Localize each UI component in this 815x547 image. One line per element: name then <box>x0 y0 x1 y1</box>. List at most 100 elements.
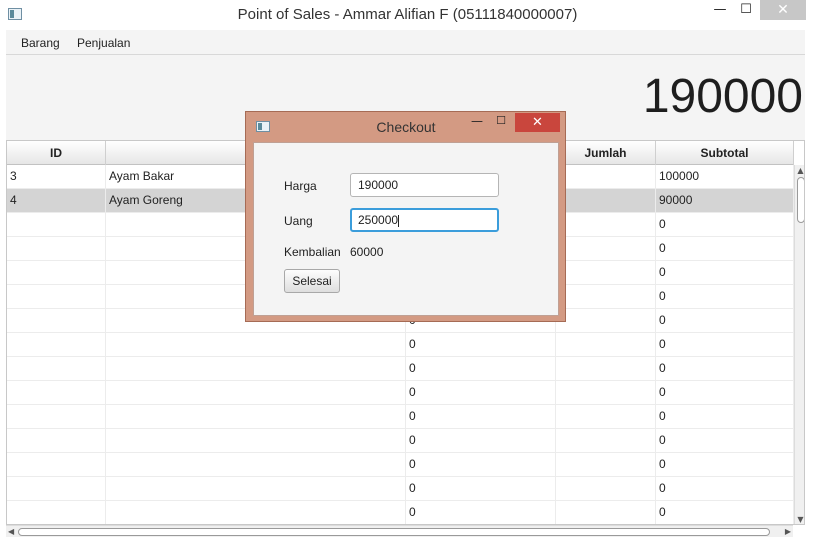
cell-id <box>7 285 106 309</box>
cell-jumlah <box>556 429 656 453</box>
table-row[interactable]: 00 <box>7 453 794 477</box>
menu-item-barang[interactable]: Barang <box>21 36 60 50</box>
scroll-left-icon[interactable]: ◀ <box>8 526 14 537</box>
table-row[interactable]: 00 <box>7 477 794 501</box>
cell-jumlah <box>556 357 656 381</box>
menu-bar: Barang Penjualan <box>6 30 805 55</box>
table-row[interactable]: 00 <box>7 381 794 405</box>
cell-price: 0 <box>406 429 556 453</box>
cell-jumlah <box>556 381 656 405</box>
dialog-minimize-button[interactable]: — <box>467 114 487 128</box>
cell-subtotal: 0 <box>656 237 794 261</box>
cell-subtotal: 0 <box>656 261 794 285</box>
cell-price: 0 <box>406 453 556 477</box>
cell-subtotal: 0 <box>656 453 794 477</box>
table-row[interactable]: 00 <box>7 357 794 381</box>
cell-subtotal: 0 <box>656 333 794 357</box>
cell-jumlah <box>556 309 656 333</box>
kembalian-label: Kembalian <box>284 245 341 259</box>
cell-price: 0 <box>406 477 556 501</box>
minimize-button[interactable]: — <box>707 0 733 20</box>
kembalian-value: 60000 <box>350 245 384 259</box>
cell-jumlah <box>556 261 656 285</box>
uang-value: 250000 <box>358 213 399 227</box>
cell-name <box>106 357 406 381</box>
maximize-button[interactable]: ☐ <box>733 0 759 20</box>
cell-id: 4 <box>7 189 106 213</box>
cell-jumlah <box>556 405 656 429</box>
column-header-jumlah[interactable]: Jumlah <box>556 141 656 165</box>
cell-subtotal: 0 <box>656 285 794 309</box>
vertical-scroll-thumb[interactable] <box>797 177 804 223</box>
cell-name <box>106 477 406 501</box>
table-row[interactable]: 00 <box>7 429 794 453</box>
cell-id <box>7 333 106 357</box>
table-row[interactable]: 00 <box>7 333 794 357</box>
cell-jumlah <box>556 477 656 501</box>
scroll-up-icon[interactable]: ▲ <box>795 166 804 176</box>
title-bar: Point of Sales - Ammar Alifian F (051118… <box>0 0 815 30</box>
horizontal-scrollbar[interactable]: ◀ ▶ <box>6 525 793 537</box>
text-caret <box>398 214 400 227</box>
dialog-title: Checkout <box>376 119 436 135</box>
dialog-body: Harga 190000 Uang 250000 Kembalian 60000… <box>253 142 559 316</box>
cell-subtotal: 0 <box>656 309 794 333</box>
harga-value: 190000 <box>358 178 399 192</box>
vertical-scrollbar[interactable]: ▲ ▼ <box>794 165 804 524</box>
table-row[interactable]: 00 <box>7 405 794 429</box>
total-amount: 190000 <box>642 70 803 123</box>
cell-id: 3 <box>7 165 106 189</box>
cell-id <box>7 405 106 429</box>
cell-name <box>106 333 406 357</box>
checkout-dialog: Checkout — ☐ ✕ Harga 190000 Uang 250000 … <box>245 111 566 322</box>
cell-jumlah <box>556 333 656 357</box>
cell-id <box>7 477 106 501</box>
uang-label: Uang <box>284 214 313 228</box>
cell-name <box>106 381 406 405</box>
cell-subtotal: 0 <box>656 429 794 453</box>
cell-subtotal: 0 <box>656 405 794 429</box>
cell-price: 0 <box>406 357 556 381</box>
harga-label: Harga <box>284 179 317 193</box>
cell-id <box>7 453 106 477</box>
cell-subtotal: 0 <box>656 501 794 524</box>
cell-price: 0 <box>406 333 556 357</box>
cell-jumlah <box>556 189 656 213</box>
close-button[interactable]: ✕ <box>760 0 806 20</box>
horizontal-scroll-thumb[interactable] <box>18 528 770 536</box>
cell-subtotal: 0 <box>656 477 794 501</box>
column-header-id[interactable]: ID <box>7 141 106 165</box>
cell-name <box>106 405 406 429</box>
dialog-app-icon <box>256 121 270 132</box>
window-title: Point of Sales - Ammar Alifian F (051118… <box>237 6 578 23</box>
dialog-maximize-button[interactable]: ☐ <box>491 114 511 127</box>
cell-name <box>106 501 406 524</box>
cell-jumlah <box>556 213 656 237</box>
cell-subtotal: 90000 <box>656 189 794 213</box>
harga-field[interactable]: 190000 <box>350 173 499 197</box>
cell-subtotal: 100000 <box>656 165 794 189</box>
cell-subtotal: 0 <box>656 213 794 237</box>
menu-item-penjualan[interactable]: Penjualan <box>77 36 130 50</box>
cell-subtotal: 0 <box>656 381 794 405</box>
selesai-button[interactable]: Selesai <box>284 269 340 293</box>
scroll-right-icon[interactable]: ▶ <box>785 526 791 537</box>
cell-id <box>7 213 106 237</box>
cell-jumlah <box>556 285 656 309</box>
cell-price: 0 <box>406 381 556 405</box>
cell-jumlah <box>556 237 656 261</box>
column-header-subtotal[interactable]: Subtotal <box>656 141 794 165</box>
scroll-down-icon[interactable]: ▼ <box>795 515 804 524</box>
cell-id <box>7 429 106 453</box>
table-row[interactable]: 00 <box>7 501 794 524</box>
dialog-close-button[interactable]: ✕ <box>515 113 560 132</box>
cell-id <box>7 237 106 261</box>
cell-subtotal: 0 <box>656 357 794 381</box>
cell-id <box>7 261 106 285</box>
cell-jumlah <box>556 165 656 189</box>
cell-name <box>106 429 406 453</box>
uang-field[interactable]: 250000 <box>350 208 499 232</box>
cell-id <box>7 309 106 333</box>
cell-id <box>7 357 106 381</box>
cell-id <box>7 501 106 524</box>
